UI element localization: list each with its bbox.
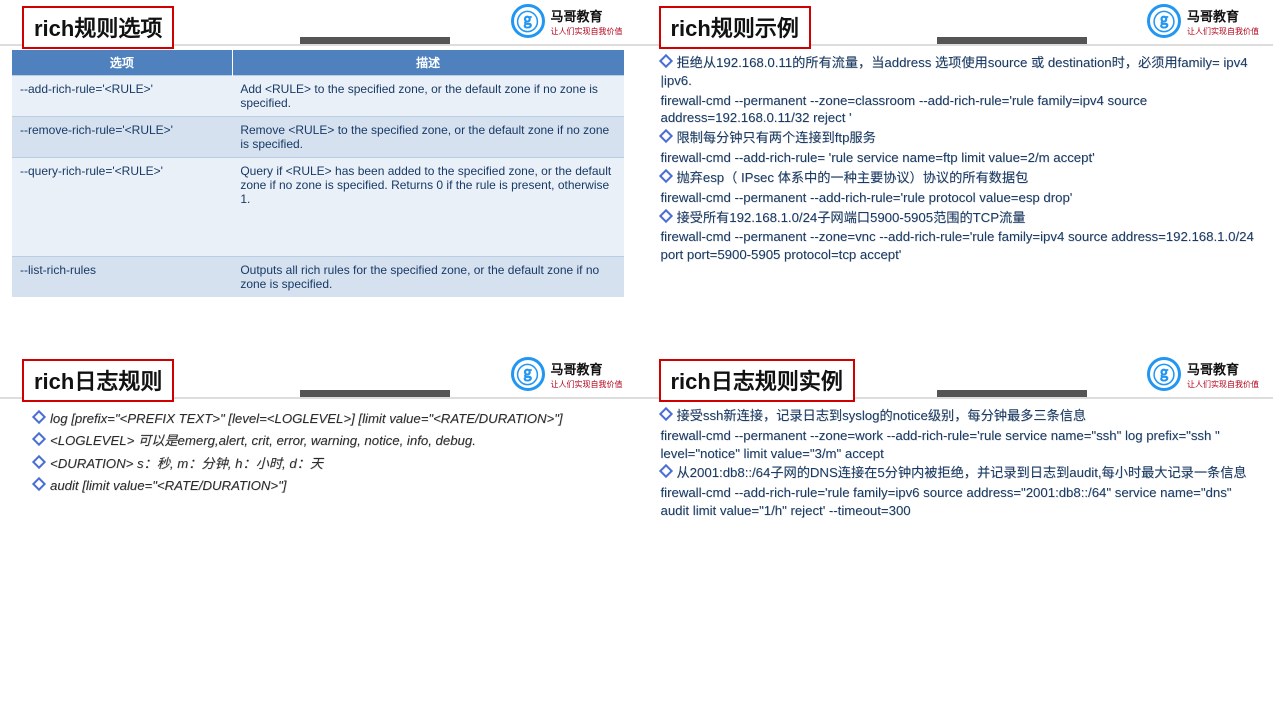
diamond-icon: [32, 477, 46, 491]
diamond-icon: [658, 54, 672, 68]
bullet: audit [limit value="<RATE/DURATION>"]: [34, 476, 617, 496]
bullet-text: <DURATION> s：秒, m：分钟, h：小时, d：天: [50, 456, 323, 471]
bullet: 接受ssh新连接，记录日志到syslog的notice级别，每分钟最多三条信息: [661, 407, 1258, 425]
diamond-icon: [658, 129, 672, 143]
table-row: --list-rich-rules Outputs all rich rules…: [12, 257, 624, 298]
command-line: firewall-cmd --permanent --add-rich-rule…: [661, 189, 1258, 207]
bullet-text: 从2001:db8::/64子网的DNS连接在5分钟内被拒绝，并记录到日志到au…: [677, 465, 1247, 480]
brand-name: 马哥教育: [1187, 362, 1239, 377]
logo-mark: ⓖ: [511, 357, 545, 391]
slide-rich-log-rules: rich日志规则 ⓖ 马哥教育 让人们实现自我价值 log [prefix="<…: [0, 353, 637, 707]
cell-description: Add <RULE> to the specified zone, or the…: [232, 76, 624, 117]
content-area: 拒绝从192.168.0.11的所有流量，当address 选项使用source…: [649, 50, 1262, 345]
logo-mark: ⓖ: [1147, 4, 1181, 38]
diamond-icon: [658, 407, 672, 421]
cell-description: Outputs all rich rules for the specified…: [232, 257, 624, 298]
slide-rich-log-examples: rich日志规则实例 ⓖ 马哥教育 让人们实现自我价值 接受ssh新连接，记录日…: [637, 353, 1273, 707]
logo-textbox: 马哥教育 让人们实现自我价值: [551, 6, 623, 37]
logo: ⓖ 马哥教育 让人们实现自我价值: [1147, 4, 1259, 38]
content-area: 接受ssh新连接，记录日志到syslog的notice级别，每分钟最多三条信息 …: [649, 403, 1262, 699]
content-area: 选项 描述 --add-rich-rule='<RULE>' Add <RULE…: [12, 50, 625, 345]
brand-name: 马哥教育: [551, 9, 603, 24]
table-row: --add-rich-rule='<RULE>' Add <RULE> to t…: [12, 76, 624, 117]
options-table: 选项 描述 --add-rich-rule='<RULE>' Add <RULE…: [12, 50, 625, 297]
brand-slogan: 让人们实现自我价值: [551, 379, 623, 390]
table-header-row: 选项 描述: [12, 50, 624, 76]
command-line: firewall-cmd --add-rich-rule='rule famil…: [661, 484, 1258, 520]
bullet-text: 拒绝从192.168.0.11的所有流量，当address 选项使用source…: [661, 55, 1248, 88]
th-option: 选项: [12, 50, 232, 76]
cell-option: --list-rich-rules: [12, 257, 232, 298]
slide-title: rich规则选项: [22, 6, 174, 49]
command-line: firewall-cmd --permanent --zone=classroo…: [661, 92, 1258, 128]
brand-slogan: 让人们实现自我价值: [1187, 379, 1259, 390]
slide-title: rich规则示例: [659, 6, 811, 49]
brand-name: 马哥教育: [1187, 9, 1239, 24]
logo-mark: ⓖ: [511, 4, 545, 38]
table-row: --query-rich-rule='<RULE>' Query if <RUL…: [12, 158, 624, 257]
logo-textbox: 马哥教育 让人们实现自我价值: [551, 359, 623, 390]
cell-option: --add-rich-rule='<RULE>': [12, 76, 232, 117]
cell-option: --remove-rich-rule='<RULE>': [12, 117, 232, 158]
logo: ⓖ 马哥教育 让人们实现自我价值: [511, 4, 623, 38]
bullet-text: 抛弃esp（ IPsec 体系中的一种主要协议）协议的所有数据包: [677, 170, 1029, 185]
bullet-text: log [prefix="<PREFIX TEXT>" [level=<LOGL…: [50, 411, 563, 426]
slide-title: rich日志规则实例: [659, 359, 855, 402]
brand-name: 马哥教育: [551, 362, 603, 377]
diamond-icon: [658, 208, 672, 222]
diamond-icon: [32, 455, 46, 469]
diamond-icon: [32, 432, 46, 446]
bullet: 从2001:db8::/64子网的DNS连接在5分钟内被拒绝，并记录到日志到au…: [661, 464, 1258, 482]
bullet: log [prefix="<PREFIX TEXT>" [level=<LOGL…: [34, 409, 617, 429]
bullet: <DURATION> s：秒, m：分钟, h：小时, d：天: [34, 454, 617, 474]
bullet: 抛弃esp（ IPsec 体系中的一种主要协议）协议的所有数据包: [661, 169, 1258, 187]
bullet-text: <LOGLEVEL> 可以是emerg,alert, crit, error, …: [50, 433, 476, 448]
diamond-icon: [658, 464, 672, 478]
brand-slogan: 让人们实现自我价值: [1187, 26, 1259, 37]
logo-mark: ⓖ: [1147, 357, 1181, 391]
bullet: 接受所有192.168.1.0/24子网端口5900-5905范围的TCP流量: [661, 209, 1258, 227]
diamond-icon: [32, 410, 46, 424]
command-line: firewall-cmd --add-rich-rule= 'rule serv…: [661, 149, 1258, 167]
logo: ⓖ 马哥教育 让人们实现自我价值: [1147, 357, 1259, 391]
brand-slogan: 让人们实现自我价值: [551, 26, 623, 37]
bullet-text: 限制每分钟只有两个连接到ftp服务: [677, 130, 876, 145]
logo-textbox: 马哥教育 让人们实现自我价值: [1187, 6, 1259, 37]
bullet: 限制每分钟只有两个连接到ftp服务: [661, 129, 1258, 147]
bullet-text: 接受ssh新连接，记录日志到syslog的notice级别，每分钟最多三条信息: [677, 408, 1087, 423]
logo-textbox: 马哥教育 让人们实现自我价值: [1187, 359, 1259, 390]
diamond-icon: [658, 169, 672, 183]
cell-option: --query-rich-rule='<RULE>': [12, 158, 232, 257]
cell-description: Query if <RULE> has been added to the sp…: [232, 158, 624, 257]
bullet: <LOGLEVEL> 可以是emerg,alert, crit, error, …: [34, 431, 617, 451]
cell-description: Remove <RULE> to the specified zone, or …: [232, 117, 624, 158]
bullet-text: audit [limit value="<RATE/DURATION>"]: [50, 478, 286, 493]
th-description: 描述: [232, 50, 624, 76]
logo: ⓖ 马哥教育 让人们实现自我价值: [511, 357, 623, 391]
command-line: firewall-cmd --permanent --zone=work --a…: [661, 427, 1258, 463]
slide-title: rich日志规则: [22, 359, 174, 402]
slide-rich-options: rich规则选项 ⓖ 马哥教育 让人们实现自我价值 选项 描述 --add-ri…: [0, 0, 637, 353]
slide-rich-examples: rich规则示例 ⓖ 马哥教育 让人们实现自我价值 拒绝从192.168.0.1…: [637, 0, 1273, 353]
table-row: --remove-rich-rule='<RULE>' Remove <RULE…: [12, 117, 624, 158]
content-area: log [prefix="<PREFIX TEXT>" [level=<LOGL…: [12, 403, 625, 699]
bullet: 拒绝从192.168.0.11的所有流量，当address 选项使用source…: [661, 54, 1258, 90]
bullet-text: 接受所有192.168.1.0/24子网端口5900-5905范围的TCP流量: [677, 210, 1026, 225]
command-line: firewall-cmd --permanent --zone=vnc --ad…: [661, 228, 1258, 264]
